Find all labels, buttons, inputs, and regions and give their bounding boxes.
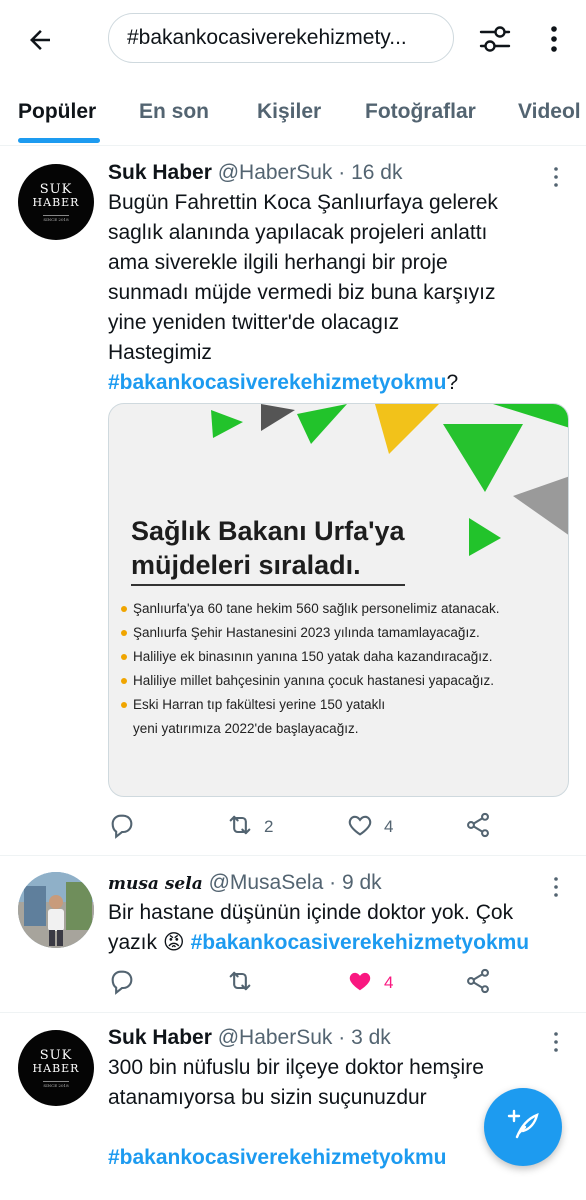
tweet-header: Suk Haber @HaberSuk · 3 dk [108,1026,391,1050]
like-icon [346,967,374,1000]
avatar[interactable]: SUK HABER SINCE 2018 [18,1030,94,1106]
separator: · [329,871,337,894]
retweet-button[interactable]: 2 [226,810,273,844]
avatar[interactable] [18,872,94,948]
list-item: Eski Harran tıp fakültesi yerine 150 yat… [121,693,561,717]
reply-icon [108,811,136,844]
tab-people[interactable]: Kişiler [257,100,321,124]
search-input-value: #bakankocasiverekehizmety... [127,26,407,49]
tweet-text: Bugün Fahrettin Koca Şanlıurfaya gelerek… [108,191,498,394]
hashtag-link[interactable]: #bakankocasiverekehizmetyokmu [108,371,447,394]
handle[interactable]: @HaberSuk [218,161,333,184]
hashtag-link[interactable]: #bakankocasiverekehizmetyokmu [191,931,530,954]
display-name[interactable]: Suk Haber [108,161,212,184]
retweet-button[interactable] [226,966,254,1000]
handle[interactable]: @MusaSela [209,871,324,894]
top-bar: #bakankocasiverekehizmety... [0,0,586,78]
like-icon [346,811,374,844]
list-item: yeni yatırımıza 2022'de başlayacağız. [133,721,359,736]
search-input[interactable]: #bakankocasiverekehizmety... [108,13,454,63]
active-tab-indicator [18,138,100,143]
like-button[interactable]: 4 [346,966,393,1000]
share-button[interactable] [464,966,492,1000]
list-item: Haliliye ek binasının yanına 150 yatak d… [121,645,561,669]
tweet-header: Suk Haber @HaberSuk · 16 dk [108,161,402,185]
reply-icon [108,967,136,1000]
separator: · [338,1026,346,1049]
tweet-actions: 2 4 [108,810,578,844]
hashtag-link[interactable]: #bakankocasiverekehizmetyokmu [108,1146,447,1169]
avatar-photo [18,872,94,948]
timestamp[interactable]: 3 dk [351,1026,391,1049]
tweet-image[interactable]: Sağlık Bakanı Urfa'ya müjdeleri sıraladı… [108,403,569,797]
tweet-actions: 4 [108,966,578,1000]
reply-button[interactable] [108,810,146,844]
image-bullet-list: Şanlıurfa'ya 60 tane hekim 560 sağlık pe… [121,597,561,741]
display-name[interactable]: musa sela [108,874,203,894]
handle[interactable]: @HaberSuk [218,1026,333,1049]
tab-photos[interactable]: Fotoğraflar [365,100,476,124]
image-title: Sağlık Bakanı Urfa'ya müjdeleri sıraladı… [131,516,405,580]
timestamp[interactable]: 9 dk [342,871,382,894]
share-icon [464,967,492,1000]
retweet-icon [226,967,254,1000]
search-tabs: Popüler En son Kişiler Fotoğraflar Video… [0,84,586,146]
timestamp[interactable]: 16 dk [351,161,402,184]
share-button[interactable] [464,810,492,844]
like-count: 4 [384,817,394,836]
tweet[interactable]: SUK HABER SINCE 2018 Suk Haber @HaberSuk… [0,146,586,856]
reply-button[interactable] [108,966,136,1000]
tab-popular[interactable]: Popüler [18,100,96,124]
back-arrow-icon[interactable] [22,22,58,58]
retweet-icon [226,811,254,844]
divider [131,584,405,586]
list-item: Şanlıurfa Şehir Hastanesini 2023 yılında… [121,621,561,645]
tab-latest[interactable]: En son [139,100,209,124]
list-item: Şanlıurfa'ya 60 tane hekim 560 sağlık pe… [121,597,561,621]
tweet[interactable]: musa sela @MusaSela · 9 dk Bir hastane d… [0,856,586,1013]
more-vertical-icon[interactable] [538,20,570,58]
like-button[interactable]: 4 [346,810,393,844]
filter-icon[interactable] [476,20,514,58]
compose-icon [505,1107,541,1148]
share-icon [464,811,492,844]
retweet-count: 2 [264,817,274,836]
separator: · [338,161,346,184]
tweet-header: musa sela @MusaSela · 9 dk [108,871,382,895]
like-count: 4 [384,973,394,992]
tab-videos[interactable]: Videol [518,100,581,124]
display-name[interactable]: Suk Haber [108,1026,212,1049]
avatar[interactable]: SUK HABER SINCE 2018 [18,164,94,240]
angry-face-emoji: 😡 [162,931,185,954]
list-item: Haliliye millet bahçesinin yanına çocuk … [121,669,561,693]
tweet-text: Bir hastane düşünün içinde doktor yok. Ç… [108,901,530,954]
compose-button[interactable] [484,1088,562,1166]
